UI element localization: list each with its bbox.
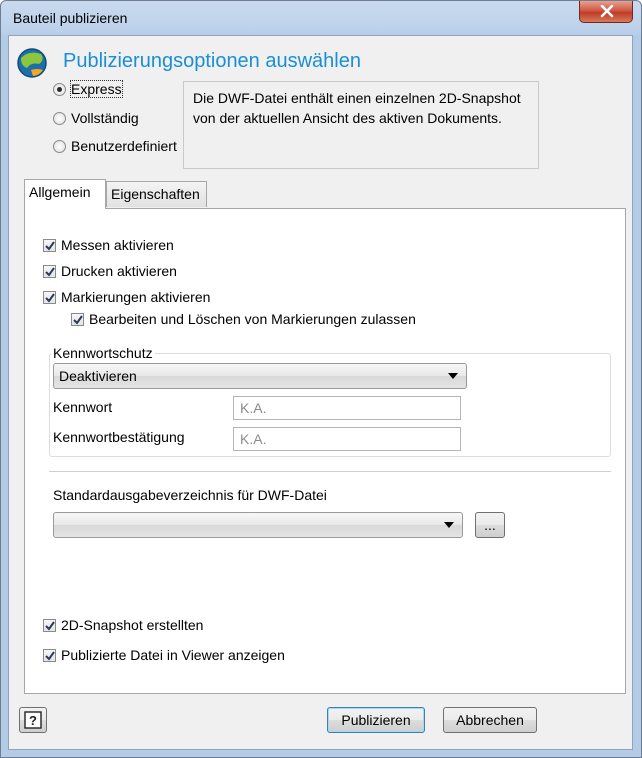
password-field[interactable]: K.A. [233,396,461,420]
check-label: Messen aktivieren [61,237,174,253]
checkbox[interactable] [43,648,56,662]
check-label: Markierungen aktivieren [61,289,211,305]
title-bar[interactable]: Bauteil publizieren [1,1,641,35]
checkmark-icon [45,240,55,251]
help-icon: ? [24,711,42,729]
publish-dialog: Bauteil publizieren Publizierungsoptione… [0,0,642,758]
radio-express[interactable]: Express [53,80,123,98]
password-confirm-label: Kennwortbestätigung [53,429,185,445]
check-print[interactable]: Drucken aktivieren [43,263,177,279]
general-panel: Messen aktivieren Drucken aktivieren Mar… [24,208,626,694]
radio-label: Benutzerdefiniert [71,138,177,154]
radio-label: Express [70,80,123,98]
checkmark-icon [73,314,83,325]
check-label: 2D-Snapshot erstellten [61,617,204,633]
divider [49,471,611,472]
check-edit-markups[interactable]: Bearbeiten und Löschen von Markierungen … [71,311,416,327]
checkmark-icon [45,266,55,277]
page-title: Publizierungsoptionen auswählen [63,50,361,72]
password-mode-select[interactable]: Deaktivieren [53,363,467,389]
radio-full[interactable]: Vollständig [53,110,139,126]
dialog-body: Publizierungsoptionen auswählen Express … [8,35,633,750]
password-label: Kennwort [53,399,113,415]
checkmark-icon [45,650,55,661]
radio-dot[interactable] [53,82,66,96]
checkbox[interactable] [43,290,56,304]
check-label: Bearbeiten und Löschen von Markierungen … [89,311,416,327]
check-markups[interactable]: Markierungen aktivieren [43,289,210,305]
dropdown-arrow-icon [444,522,454,528]
check-label: Drucken aktivieren [61,263,177,279]
mode-description: Die DWF-Datei enthält einen einzelnen 2D… [183,81,539,169]
app-globe-icon [17,48,47,78]
help-glyph: ? [29,713,37,728]
checkbox[interactable] [71,312,84,326]
window-title: Bauteil publizieren [13,10,128,26]
help-button[interactable]: ? [19,707,47,733]
tab-general[interactable]: Allgemein [24,179,106,209]
password-mode-value: Deaktivieren [59,368,137,384]
publish-button[interactable]: Publizieren [327,707,425,733]
radio-label: Vollständig [71,110,139,126]
output-dir-label: Standardausgabeverzeichnis für DWF-Datei [53,487,327,503]
output-dir-select[interactable] [53,512,463,538]
checkbox[interactable] [43,618,56,632]
check-open-viewer[interactable]: Publizierte Datei in Viewer anzeigen [43,647,285,663]
close-button[interactable] [579,1,633,23]
browse-button[interactable]: ... [475,512,505,538]
radio-dot[interactable] [53,139,66,153]
check-measure[interactable]: Messen aktivieren [43,237,174,253]
close-icon [600,5,614,18]
check-label: Publizierte Datei in Viewer anzeigen [61,647,285,663]
checkbox[interactable] [43,238,56,252]
tab-properties[interactable]: Eigenschaften [106,181,207,207]
password-group-title: Kennwortschutz [51,345,155,361]
dropdown-arrow-icon [448,373,458,379]
radio-custom[interactable]: Benutzerdefiniert [53,138,177,154]
cancel-button[interactable]: Abbrechen [443,707,537,733]
checkbox[interactable] [43,264,56,278]
password-confirm-field[interactable]: K.A. [233,427,461,451]
checkmark-icon [45,292,55,303]
check-snapshot[interactable]: 2D-Snapshot erstellten [43,617,203,633]
radio-dot[interactable] [53,111,66,125]
checkmark-icon [45,620,55,631]
